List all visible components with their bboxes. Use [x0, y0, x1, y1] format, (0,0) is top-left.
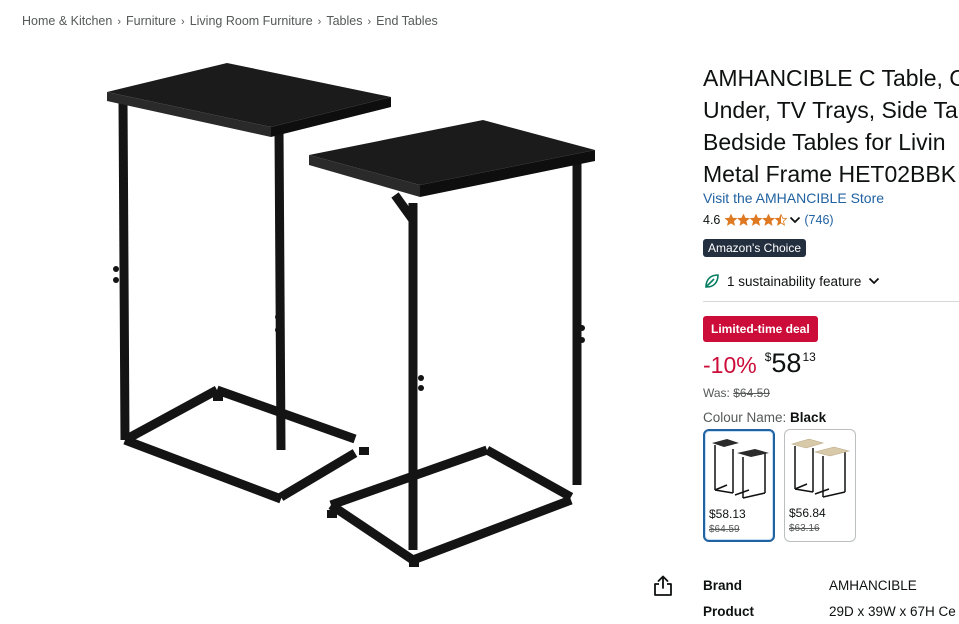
price-fraction: 13 [802, 350, 816, 364]
breadcrumb-end-tables[interactable]: End Tables [376, 14, 438, 28]
swatch-price: $56.84 [789, 506, 826, 520]
swatch-thumbnail [790, 438, 851, 498]
breadcrumb-separator: › [181, 16, 185, 28]
colour-value: Black [790, 410, 827, 425]
sustainability-label: 1 sustainability feature [727, 273, 862, 289]
current-price: $ 58 13 [765, 348, 816, 378]
product-title-line: Under, TV Trays, Side Ta [703, 97, 958, 123]
colour-name-row: Colour Name: Black [703, 410, 959, 425]
colour-label: Colour Name: [703, 410, 787, 425]
product-title-line: Metal Frame HET02BBK [703, 161, 957, 187]
star-rating-icon [725, 214, 788, 226]
spec-value: 29D x 39W x 67H Ce [829, 603, 956, 619]
breadcrumb-tables[interactable]: Tables [326, 14, 362, 28]
was-price-row: Was: $64.59 [703, 386, 959, 400]
discount-percentage: -10% [703, 352, 757, 378]
rating-row: 4.6 (746) [703, 212, 959, 228]
share-icon[interactable] [652, 574, 674, 598]
price-row: -10% $ 58 13 [703, 348, 959, 380]
spec-row: Product 29D x 39W x 67H Ce [703, 598, 956, 624]
spec-value: AMHANCIBLE [829, 577, 917, 593]
breadcrumb-home-kitchen[interactable]: Home & Kitchen [22, 14, 112, 28]
breadcrumb-furniture[interactable]: Furniture [126, 14, 176, 28]
star-rating[interactable] [725, 214, 788, 226]
rating-value: 4.6 [703, 213, 721, 227]
swatch-price: $58.13 [709, 507, 746, 521]
store-link[interactable]: Visit the AMHANCIBLE Store [703, 190, 959, 206]
swatch-old-price: $63.16 [789, 523, 820, 534]
was-price: $64.59 [733, 386, 770, 400]
spec-key: Product [703, 603, 755, 619]
spec-row: Brand AMHANCIBLE [703, 572, 956, 598]
review-count-link[interactable]: (746) [804, 213, 833, 227]
breadcrumb-separator: › [367, 16, 372, 28]
divider [703, 301, 959, 302]
product-title: AMHANCIBLE C Table, C Under, TV Trays, S… [703, 62, 959, 190]
price-whole: 58 [771, 348, 802, 378]
leaf-icon [705, 274, 719, 288]
product-title-line: AMHANCIBLE C Table, C [703, 65, 959, 91]
product-image[interactable] [95, 55, 615, 575]
deal-badge: Limited-time deal [703, 316, 818, 342]
was-label: Was: [703, 386, 730, 400]
swatch-old-price: $64.59 [709, 524, 740, 535]
swatch-thumbnail [712, 439, 769, 499]
breadcrumb-living-room-furniture[interactable]: Living Room Furniture [190, 14, 313, 28]
product-details: AMHANCIBLE C Table, C Under, TV Trays, S… [703, 62, 959, 542]
swatch-rustic[interactable]: $56.84 $63.16 [784, 429, 856, 542]
chevron-down-icon[interactable] [789, 215, 801, 225]
breadcrumb-separator: › [117, 16, 121, 28]
spec-key: Brand [703, 577, 743, 593]
amazons-choice-badge: Amazon's Choice [703, 239, 806, 257]
colour-swatches: $58.13 $64.59 $56.84 $63.16 [703, 429, 959, 542]
breadcrumb-separator: › [317, 16, 322, 28]
sustainability-feature[interactable]: 1 sustainability feature [703, 271, 959, 291]
product-title-line: Bedside Tables for Livin [703, 129, 946, 155]
price-currency: $ [764, 350, 772, 364]
chevron-down-icon [868, 276, 880, 286]
product-spec-table: Brand AMHANCIBLE Product 29D x 39W x 67H… [703, 572, 956, 624]
swatch-black[interactable]: $58.13 $64.59 [703, 429, 775, 542]
breadcrumb: Home & Kitchen › Furniture › Living Room Fur… [22, 14, 438, 28]
